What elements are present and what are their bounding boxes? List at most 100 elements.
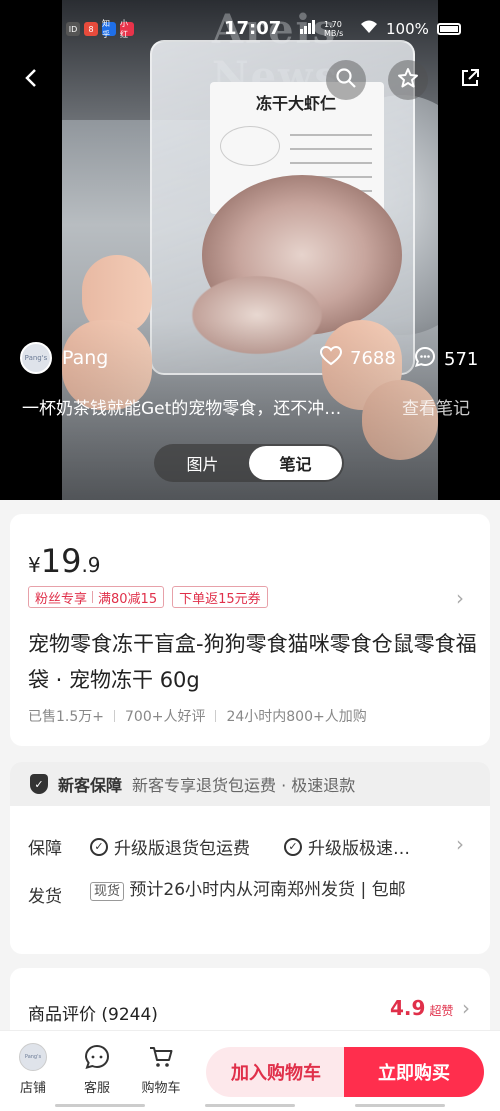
network-speed: 1.70 MB/s xyxy=(324,20,344,38)
back-button[interactable] xyxy=(12,60,52,100)
shop-label: 店铺 xyxy=(19,1081,46,1096)
product-title: 宠物零食冻干盲盒-狗狗零食猫咪零食仓鼠零食福袋 · 宠物冻干 60g xyxy=(28,632,477,692)
service-icon xyxy=(83,1043,111,1071)
cart-button[interactable]: 购物车 xyxy=(136,1043,186,1096)
product-page: Areis News 冻干大虾仁 xyxy=(0,0,500,1111)
status-right: 1.70 MB/s 100% xyxy=(300,20,461,38)
cart-label: 购物车 xyxy=(141,1081,181,1096)
app-icon-4: 小红 xyxy=(120,19,134,39)
service-card: 保障 ✓ 升级版退货包运费 ✓ 升级版极速… › 发货 现货 预计26小时内从河… xyxy=(10,806,490,954)
rating-value: 4.9 xyxy=(390,996,426,1020)
sold-count: 已售1.5万+ xyxy=(28,709,104,725)
good-reviews-count: 700+人好评 xyxy=(125,709,206,725)
tab-note[interactable]: 笔记 xyxy=(249,446,342,480)
package-logo xyxy=(220,126,280,166)
gesture-bar xyxy=(55,1104,145,1107)
heart-icon xyxy=(319,345,343,371)
comments-count: 571 xyxy=(444,349,479,370)
customer-service-button[interactable]: 客服 xyxy=(72,1043,122,1096)
app-icon-3: 知乎 xyxy=(102,19,116,39)
signal-icon xyxy=(300,20,316,38)
chevron-right-icon[interactable]: › xyxy=(456,586,464,610)
package-label-title: 冻干大虾仁 xyxy=(256,94,337,113)
likes-count: 7688 xyxy=(350,348,396,369)
battery-level: 100% xyxy=(386,20,429,38)
currency-symbol: ¥ xyxy=(28,553,41,577)
likes-button[interactable]: 7688 xyxy=(319,345,396,371)
guarantee-item-2: 升级版极速… xyxy=(308,839,410,859)
tag-fans-label: 粉丝专享 xyxy=(35,591,88,607)
back-icon xyxy=(21,67,43,93)
product-info-card: ¥19.9 粉丝专享 满80减15 下单返15元券 › 宠物零食冻干盲盒-狗狗零食… xyxy=(10,514,490,746)
cart-icon xyxy=(147,1043,175,1071)
tag-discount-label: 满80减15 xyxy=(98,591,158,607)
guarantee-item-refund[interactable]: ✓ 升级版极速… xyxy=(284,834,410,859)
shop-button[interactable]: Pang's 店铺 xyxy=(8,1043,58,1096)
promo-tag-fans[interactable]: 粉丝专享 满80减15 xyxy=(28,586,165,608)
stat-divider xyxy=(114,710,115,722)
view-note-link[interactable]: 查看笔记 xyxy=(402,394,470,419)
guarantee-item-1: 升级版退货包运费 xyxy=(114,839,250,859)
author-avatar[interactable]: Pang's xyxy=(20,342,52,374)
star-icon xyxy=(397,67,419,93)
guarantee-label: 保障 xyxy=(28,839,62,859)
chevron-right-icon[interactable]: › xyxy=(456,832,464,856)
reviews-title: 商品评价 (9244) xyxy=(28,1005,158,1025)
tab-images[interactable]: 图片 xyxy=(156,446,249,480)
rating-score: 4.9 超赞 xyxy=(390,996,453,1020)
gesture-indicator xyxy=(55,1104,445,1107)
gesture-bar xyxy=(355,1104,445,1107)
media-tab-switch: 图片 笔记 xyxy=(154,444,344,482)
guarantee-title: 新客保障 xyxy=(58,776,123,795)
check-circle-icon: ✓ xyxy=(284,837,302,856)
promo-tags[interactable]: 粉丝专享 满80减15 下单返15元券 xyxy=(28,586,268,608)
product-price: ¥19.9 xyxy=(28,542,101,580)
add-to-cart-button[interactable]: 加入购物车 xyxy=(206,1047,346,1097)
comment-icon xyxy=(414,346,436,373)
author-info[interactable]: Pang's Pang xyxy=(20,342,108,374)
bottom-action-bar: Pang's 店铺 客服 购物车 加入购物车 立即购买 xyxy=(0,1030,500,1111)
search-icon xyxy=(335,67,357,93)
check-circle-icon: ✓ xyxy=(90,837,108,856)
guarantee-item-return[interactable]: ✓ 升级版退货包运费 xyxy=(90,834,250,859)
gesture-bar xyxy=(205,1104,295,1107)
favorite-button[interactable] xyxy=(388,60,428,100)
app-icon-1: ID xyxy=(66,22,80,36)
rating-text: 超赞 xyxy=(429,1004,454,1018)
share-button[interactable] xyxy=(450,60,490,100)
new-customer-guarantee[interactable]: ✓ 新客保障 新客专享退货包运费 · 极速退款 xyxy=(10,762,490,806)
cart-adds-count: 24小时内800+人加购 xyxy=(226,709,367,725)
shipping-text: 预计26小时内从河南郑州发货 | 包邮 xyxy=(129,880,406,900)
promo-tag-coupon[interactable]: 下单返15元券 xyxy=(172,586,268,608)
shipping-label: 发货 xyxy=(28,887,62,907)
service-label: 客服 xyxy=(83,1081,110,1096)
share-icon xyxy=(459,67,481,93)
note-caption[interactable]: 一杯奶茶钱就能Get的宠物零食，还不冲… xyxy=(22,394,341,419)
buy-now-button[interactable]: 立即购买 xyxy=(344,1047,484,1097)
status-bar: ID 8 知乎 小红 17:07 1.70 MB/s 100% xyxy=(0,0,500,56)
app-icon-2: 8 xyxy=(84,22,98,36)
wifi-icon xyxy=(360,20,378,38)
status-time: 17:07 xyxy=(224,18,282,39)
status-app-icons: ID 8 知乎 小红 xyxy=(66,19,134,39)
comments-button[interactable]: 571 xyxy=(414,346,478,373)
price-decimal: .9 xyxy=(81,553,101,577)
product-stats: 已售1.5万+ 700+人好评 24小时内800+人加购 xyxy=(28,706,367,726)
in-stock-badge: 现货 xyxy=(90,882,125,901)
guarantee-desc: 新客专享退货包运费 · 极速退款 xyxy=(132,776,356,795)
shop-avatar: Pang's xyxy=(19,1043,47,1071)
battery-icon xyxy=(436,23,461,35)
shield-icon: ✓ xyxy=(30,774,48,794)
hero-media[interactable]: Areis News 冻干大虾仁 xyxy=(0,0,500,500)
tag-separator xyxy=(92,591,94,603)
search-button[interactable] xyxy=(326,60,366,100)
price-integer: 19 xyxy=(40,542,82,580)
author-name[interactable]: Pang xyxy=(62,347,108,369)
package-label-line xyxy=(290,134,372,136)
package-label-line xyxy=(290,148,372,150)
stat-divider xyxy=(215,710,217,722)
chevron-right-icon[interactable]: › xyxy=(462,996,470,1020)
package-label-line xyxy=(290,162,372,164)
tag-coupon-label: 下单返15元券 xyxy=(179,591,261,607)
shipping-info[interactable]: 现货 预计26小时内从河南郑州发货 | 包邮 xyxy=(90,876,450,906)
